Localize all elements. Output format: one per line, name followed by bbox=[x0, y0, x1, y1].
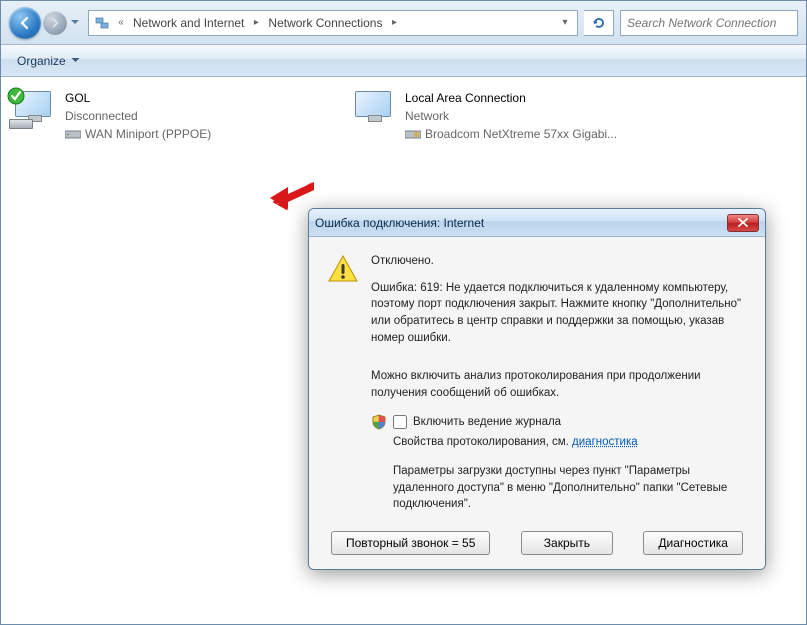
breadcrumb[interactable]: « Network and Internet ▸ Network Connect… bbox=[88, 10, 578, 36]
boot-params-text: Параметры загрузки доступны через пункт … bbox=[393, 463, 747, 513]
connection-icon bbox=[9, 89, 57, 137]
error-dialog: Ошибка подключения: Internet Отключено. … bbox=[308, 208, 766, 570]
network-icon bbox=[93, 14, 111, 32]
connection-device: WAN Miniport (PPPOE) bbox=[65, 125, 211, 143]
close-button[interactable] bbox=[727, 214, 759, 232]
enable-logging-checkbox[interactable] bbox=[393, 415, 407, 429]
disconnected-text: Отключено. bbox=[371, 253, 747, 270]
breadcrumb-chev-icon[interactable]: « bbox=[113, 11, 129, 35]
breadcrumb-dropdown[interactable]: ▾ bbox=[557, 11, 573, 35]
arrow-right-icon bbox=[49, 17, 61, 29]
search-box[interactable] bbox=[620, 10, 798, 36]
proto-message: Можно включить анализ протоколирования п… bbox=[371, 368, 747, 401]
organize-label: Organize bbox=[17, 54, 66, 68]
proto-props-line: Свойства протоколирования, см. диагности… bbox=[393, 434, 747, 451]
disconnected-status-icon bbox=[7, 87, 25, 105]
arrow-left-icon bbox=[17, 15, 33, 31]
forward-button[interactable] bbox=[43, 11, 67, 35]
dialog-close-button[interactable]: Закрыть bbox=[521, 531, 613, 555]
breadcrumb-chev-icon[interactable]: ▸ bbox=[386, 11, 402, 35]
organize-button[interactable]: Organize bbox=[9, 50, 88, 72]
breadcrumb-seg-1[interactable]: Network and Internet bbox=[129, 16, 248, 30]
connection-name: Local Area Connection bbox=[405, 89, 617, 107]
refresh-icon bbox=[591, 15, 607, 31]
refresh-button[interactable] bbox=[584, 10, 614, 36]
search-input[interactable] bbox=[627, 16, 791, 30]
connection-item-gol[interactable]: GOL Disconnected WAN Miniport (PPPOE) bbox=[9, 89, 309, 143]
connection-status: Disconnected bbox=[65, 107, 211, 125]
chevron-down-icon bbox=[71, 20, 79, 25]
redial-button[interactable]: Повторный звонок = 55 bbox=[331, 531, 490, 555]
connection-name: GOL bbox=[65, 89, 211, 107]
nic-icon bbox=[405, 129, 421, 139]
toolbar: Organize bbox=[1, 45, 806, 77]
dialog-title-text: Ошибка подключения: Internet bbox=[315, 216, 484, 230]
connection-item-lan[interactable]: Local Area Connection Network Broadcom N… bbox=[349, 89, 649, 143]
connection-status: Network bbox=[405, 107, 617, 125]
modem-icon bbox=[65, 129, 81, 139]
chevron-down-icon bbox=[71, 58, 80, 63]
history-dropdown[interactable] bbox=[68, 11, 82, 35]
warning-icon bbox=[327, 253, 359, 285]
shield-icon bbox=[371, 414, 387, 430]
connection-icon bbox=[349, 89, 397, 137]
dialog-body: Отключено. Ошибка: 619: Не удается подкл… bbox=[309, 237, 765, 569]
diagnostics-link[interactable]: диагностика bbox=[572, 436, 638, 448]
close-icon bbox=[738, 218, 748, 227]
red-arrow-annotation bbox=[268, 180, 316, 212]
diagnostics-button[interactable]: Диагностика bbox=[643, 531, 743, 555]
dialog-titlebar[interactable]: Ошибка подключения: Internet bbox=[309, 209, 765, 237]
error-message: Ошибка: 619: Не удается подключиться к у… bbox=[371, 280, 747, 347]
navigation-bar: « Network and Internet ▸ Network Connect… bbox=[1, 1, 806, 45]
connection-device: Broadcom NetXtreme 57xx Gigabi... bbox=[405, 125, 617, 143]
enable-logging-label: Включить ведение журнала bbox=[413, 414, 561, 431]
breadcrumb-seg-2[interactable]: Network Connections bbox=[264, 16, 386, 30]
back-button[interactable] bbox=[9, 7, 41, 39]
breadcrumb-chev-icon[interactable]: ▸ bbox=[248, 11, 264, 35]
